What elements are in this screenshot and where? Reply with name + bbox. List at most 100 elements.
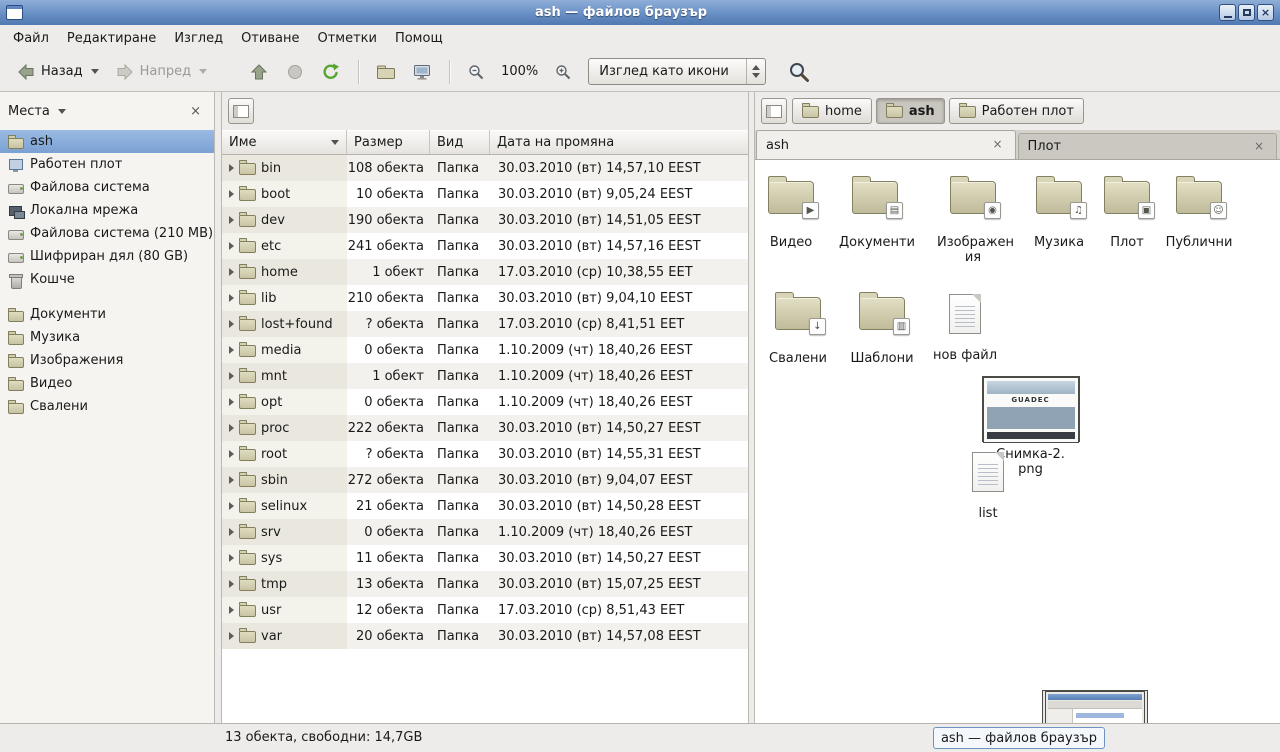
expander-icon[interactable]: [229, 190, 234, 198]
back-button[interactable]: Назад: [8, 57, 107, 87]
expander-icon[interactable]: [229, 268, 234, 276]
expander-icon[interactable]: [229, 528, 234, 536]
table-row[interactable]: opt 0 обекта Папка 1.10.2009 (чт) 18,40,…: [222, 389, 748, 415]
pathbar-button[interactable]: Работен плот: [949, 98, 1084, 124]
zoom-out-button[interactable]: [459, 58, 493, 86]
taskbar-window-button[interactable]: ash — файлов браузър: [933, 727, 1105, 749]
tab-close-icon[interactable]: ×: [1251, 139, 1267, 155]
expander-icon[interactable]: [229, 502, 234, 510]
pathbar-button[interactable]: home: [792, 98, 872, 124]
sidebar-item[interactable]: ash: [0, 130, 214, 153]
column-header-name[interactable]: Име: [222, 130, 347, 154]
menu-item[interactable]: Помощ: [386, 25, 452, 52]
grid-item[interactable]: ▶: [755, 172, 827, 250]
sidebar-item[interactable]: Работен плот: [0, 153, 214, 176]
expander-icon[interactable]: [229, 398, 234, 406]
column-header-size[interactable]: Размер: [347, 130, 430, 154]
tab[interactable]: ash ×: [756, 130, 1016, 159]
table-row[interactable]: lost+found ? обекта Папка 17.03.2010 (ср…: [222, 311, 748, 337]
table-row[interactable]: mnt 1 обект Папка 1.10.2009 (чт) 18,40,2…: [222, 363, 748, 389]
grid-item[interactable]: ▣: [1091, 172, 1163, 250]
table-row[interactable]: etc 241 обекта Папка 30.03.2010 (вт) 14,…: [222, 233, 748, 259]
table-row[interactable]: root ? обекта Папка 30.03.2010 (вт) 14,5…: [222, 441, 748, 467]
sidebar-item[interactable]: Локална мрежа: [0, 199, 214, 222]
view-mode-combobox[interactable]: Изглед като икони: [588, 58, 766, 85]
search-button[interactable]: [780, 56, 818, 88]
column-header-date[interactable]: Дата на промяна: [490, 130, 748, 154]
expander-icon[interactable]: [229, 632, 234, 640]
places-chevron-icon[interactable]: [58, 109, 66, 114]
maximize-button[interactable]: [1238, 4, 1255, 21]
grid-item[interactable]: ▤: [839, 172, 911, 250]
minimize-button[interactable]: [1219, 4, 1236, 21]
expander-icon[interactable]: [229, 476, 234, 484]
expander-icon[interactable]: [229, 554, 234, 562]
close-button[interactable]: ×: [1257, 4, 1274, 21]
grid-item[interactable]: ▥: [846, 288, 918, 366]
expander-icon[interactable]: [229, 294, 234, 302]
expander-icon[interactable]: [229, 424, 234, 432]
location-button[interactable]: [228, 98, 254, 124]
tab-close-icon[interactable]: ×: [990, 137, 1006, 153]
computer-button[interactable]: [404, 57, 440, 87]
table-row[interactable]: selinux 21 обекта Папка 30.03.2010 (вт) …: [222, 493, 748, 519]
reload-button[interactable]: [313, 57, 349, 87]
expander-icon[interactable]: [229, 450, 234, 458]
stop-button[interactable]: [277, 57, 313, 87]
sidebar-item[interactable]: Кошче: [0, 268, 214, 291]
menu-item[interactable]: Отиване: [232, 25, 308, 52]
grid-item[interactable]: Снимка-1. png: [1042, 690, 1148, 723]
table-row[interactable]: dev 190 обекта Папка 30.03.2010 (вт) 14,…: [222, 207, 748, 233]
table-row[interactable]: home 1 обект Папка 17.03.2010 (ср) 10,38…: [222, 259, 748, 285]
zoom-in-button[interactable]: [546, 58, 580, 86]
expander-icon[interactable]: [229, 242, 234, 250]
expander-icon[interactable]: [229, 320, 234, 328]
table-row[interactable]: sbin 272 обекта Папка 30.03.2010 (вт) 9,…: [222, 467, 748, 493]
table-row[interactable]: lib 210 обекта Папка 30.03.2010 (вт) 9,0…: [222, 285, 748, 311]
expander-icon[interactable]: [229, 606, 234, 614]
sidebar-item[interactable]: Файлова система (210 MB): [0, 222, 214, 245]
pathbar-button[interactable]: ash: [876, 98, 945, 124]
table-row[interactable]: tmp 13 обекта Папка 30.03.2010 (вт) 15,0…: [222, 571, 748, 597]
pane-splitter[interactable]: [748, 92, 755, 723]
sidebar-item[interactable]: Свалени: [0, 395, 214, 418]
table-row[interactable]: media 0 обекта Папка 1.10.2009 (чт) 18,4…: [222, 337, 748, 363]
places-title[interactable]: Места: [8, 104, 55, 119]
menu-item[interactable]: Редактиране: [58, 25, 165, 52]
combobox-spinner[interactable]: [746, 59, 765, 84]
grid-item[interactable]: GUADEC GUADEC: [982, 376, 1080, 442]
pane-splitter[interactable]: [215, 92, 222, 723]
expander-icon[interactable]: [229, 346, 234, 354]
table-row[interactable]: usr 12 обекта Папка 17.03.2010 (ср) 8,51…: [222, 597, 748, 623]
back-history-chevron-icon[interactable]: [91, 69, 99, 74]
table-row[interactable]: proc 222 обекта Папка 30.03.2010 (вт) 14…: [222, 415, 748, 441]
sidebar-item[interactable]: Видео: [0, 372, 214, 395]
grid-item[interactable]: ♫: [1023, 172, 1095, 250]
expander-icon[interactable]: [229, 164, 234, 172]
up-button[interactable]: [241, 57, 277, 87]
menu-item[interactable]: Изглед: [165, 25, 232, 52]
grid-item[interactable]: list: [952, 446, 1024, 521]
sidebar-item[interactable]: Файлова система: [0, 176, 214, 199]
grid-item[interactable]: ↓: [762, 288, 834, 366]
sidebar-item[interactable]: Документи: [0, 303, 214, 326]
pathbar-root-button[interactable]: [761, 98, 787, 124]
grid-item[interactable]: нов файл: [929, 288, 1001, 363]
table-row[interactable]: var 20 обекта Папка 30.03.2010 (вт) 14,5…: [222, 623, 748, 649]
expander-icon[interactable]: [229, 372, 234, 380]
table-row[interactable]: sys 11 обекта Папка 30.03.2010 (вт) 14,5…: [222, 545, 748, 571]
expander-icon[interactable]: [229, 580, 234, 588]
column-header-kind[interactable]: Вид: [430, 130, 490, 154]
table-row[interactable]: boot 10 обекта Папка 30.03.2010 (вт) 9,0…: [222, 181, 748, 207]
tab[interactable]: Плот ×: [1018, 133, 1278, 159]
table-row[interactable]: bin 108 обекта Папка 30.03.2010 (вт) 14,…: [222, 155, 748, 181]
grid-item[interactable]: ◉: [937, 172, 1009, 265]
menu-item[interactable]: Файл: [4, 25, 58, 52]
menu-item[interactable]: Отметки: [308, 25, 385, 52]
forward-button[interactable]: Напред: [107, 57, 215, 87]
home-button[interactable]: [368, 57, 404, 87]
sidebar-item[interactable]: Шифриран дял (80 GB): [0, 245, 214, 268]
sidebar-item[interactable]: [0, 291, 214, 303]
places-close-icon[interactable]: ×: [185, 102, 206, 121]
table-row[interactable]: srv 0 обекта Папка 1.10.2009 (чт) 18,40,…: [222, 519, 748, 545]
